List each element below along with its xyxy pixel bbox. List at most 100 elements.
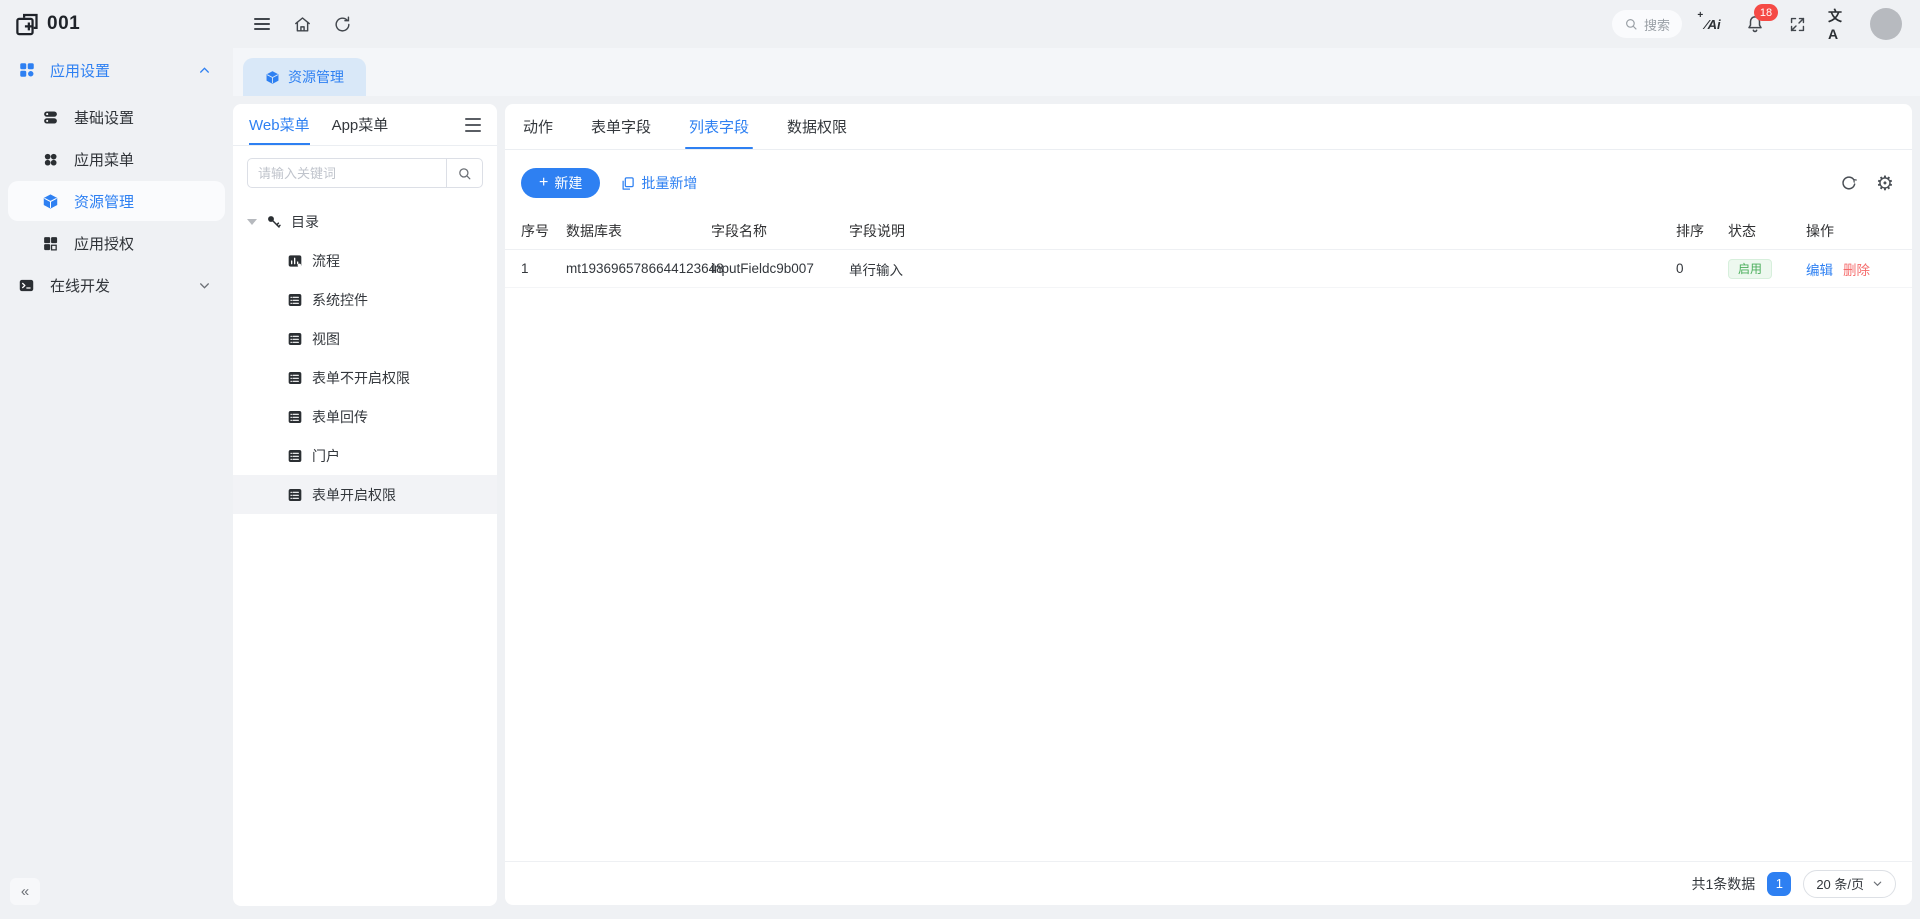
tab-data-permissions[interactable]: 数据权限	[787, 104, 847, 149]
tree-node-view[interactable]: 视图	[233, 319, 497, 358]
pagination-bar: 共1条数据 1 20 条/页	[505, 861, 1912, 905]
refresh-icon[interactable]	[1838, 172, 1860, 194]
sidebar-collapse-button[interactable]: «	[10, 878, 40, 905]
page-button-1[interactable]: 1	[1767, 872, 1791, 896]
tree-node-form-no-perm[interactable]: 表单不开启权限	[233, 358, 497, 397]
batch-add-button[interactable]: 批量新增	[620, 173, 697, 193]
edit-link[interactable]: 编辑	[1806, 259, 1833, 279]
copy-icon	[620, 176, 635, 191]
caret-down-icon[interactable]	[247, 219, 257, 225]
form-list-icon	[286, 369, 303, 386]
form-list-icon	[286, 447, 303, 464]
chevron-down-icon	[1872, 878, 1883, 889]
col-header-status: 状态	[1728, 221, 1806, 241]
sidebar-item-app-auth[interactable]: 应用授权	[8, 223, 225, 263]
total-count-text: 共1条数据	[1692, 874, 1756, 894]
flow-chart-icon	[286, 252, 303, 269]
active-tab-underline	[249, 143, 310, 145]
cell-db-table: mt1936965786644123648	[566, 261, 711, 276]
cell-field-name: inputFieldc9b007	[711, 261, 849, 276]
sidebar-item-basic-settings[interactable]: 基础设置	[8, 97, 225, 137]
sidebar-item-label: 应用菜单	[74, 149, 134, 170]
database-icon	[42, 109, 60, 126]
table-header-row: 序号 数据库表 字段名称 字段说明 排序 状态 操作	[505, 212, 1912, 250]
col-header-field-name: 字段名称	[711, 221, 849, 241]
sidebar-item-label: 资源管理	[74, 191, 134, 212]
ai-assistant-icon[interactable]: +∕Ai	[1702, 13, 1724, 35]
page-size-select[interactable]: 20 条/页	[1803, 870, 1896, 898]
main-panel: 动作 表单字段 列表字段 数据权限 + 新建 批量新增	[505, 104, 1912, 905]
workspace-tab-resource-mgmt[interactable]: 资源管理	[243, 58, 366, 96]
sidebar-group-app-settings[interactable]: 应用设置	[8, 50, 225, 90]
delete-link[interactable]: 删除	[1843, 259, 1870, 279]
chevron-up-icon	[198, 64, 211, 77]
topbar: 001 搜索 +∕Ai	[0, 0, 1920, 48]
tree-search-box	[247, 158, 483, 188]
tree-node-form-open-perm[interactable]: 表单开启权限	[233, 475, 497, 514]
cube-icon	[42, 193, 60, 210]
menu-collapse-icon[interactable]	[251, 13, 273, 35]
sidebar: 应用设置 基础设置 应用菜单 资源管理	[0, 48, 233, 919]
notifications-bell-icon[interactable]: 18	[1744, 13, 1766, 35]
tree-node-label: 流程	[312, 251, 340, 271]
search-icon	[457, 166, 472, 181]
tree-node-root[interactable]: 目录	[233, 202, 497, 241]
tab-form-fields[interactable]: 表单字段	[591, 104, 651, 149]
cell-field-desc: 单行输入	[849, 259, 1676, 279]
table-row[interactable]: 1 mt1936965786644123648 inputFieldc9b007…	[505, 250, 1912, 288]
tab-list-fields[interactable]: 列表字段	[689, 104, 749, 149]
sidebar-group-online-dev[interactable]: 在线开发	[8, 265, 225, 305]
user-avatar[interactable]	[1870, 8, 1902, 40]
reload-icon[interactable]	[331, 13, 353, 35]
home-icon[interactable]	[291, 13, 313, 35]
terminal-icon	[18, 277, 36, 294]
cell-index: 1	[521, 261, 566, 276]
key-icon	[265, 213, 282, 230]
tree-node-label: 表单开启权限	[312, 485, 396, 505]
app-logo[interactable]: 001	[0, 11, 233, 38]
fullscreen-icon[interactable]	[1786, 13, 1808, 35]
col-header-db-table: 数据库表	[566, 221, 711, 241]
menu-tree: 目录 流程 系统控件	[233, 198, 497, 906]
tree-node-system-controls[interactable]: 系统控件	[233, 280, 497, 319]
sidebar-item-label: 在线开发	[50, 275, 110, 296]
logo-icon	[14, 11, 41, 38]
form-list-icon	[286, 408, 303, 425]
language-translate-icon[interactable]: 文A	[1828, 13, 1850, 35]
tree-options-icon[interactable]	[465, 118, 481, 132]
sidebar-item-label: 应用授权	[74, 233, 134, 254]
detail-tabs: 动作 表单字段 列表字段 数据权限	[505, 104, 1912, 150]
chevron-down-icon	[198, 279, 211, 292]
col-header-field-desc: 字段说明	[849, 221, 1676, 241]
tree-node-label: 表单不开启权限	[312, 368, 410, 388]
col-header-actions: 操作	[1806, 221, 1896, 241]
tree-node-flow[interactable]: 流程	[233, 241, 497, 280]
tree-search-button[interactable]	[446, 159, 482, 187]
plus-icon: +	[539, 175, 548, 191]
tree-search-input[interactable]	[248, 166, 446, 181]
sidebar-item-resource-mgmt[interactable]: 资源管理	[8, 181, 225, 221]
sidebar-item-app-menu[interactable]: 应用菜单	[8, 139, 225, 179]
logo-text: 001	[47, 13, 80, 35]
tree-panel-tabs: Web菜单 App菜单	[233, 104, 497, 146]
global-search[interactable]: 搜索	[1612, 10, 1682, 38]
col-header-index: 序号	[521, 221, 566, 241]
topbar-left-icons	[233, 13, 353, 35]
cell-sort: 0	[1676, 261, 1728, 276]
workspace-tab-label: 资源管理	[288, 67, 344, 87]
tree-node-label: 目录	[291, 212, 319, 232]
tab-app-menu[interactable]: App菜单	[332, 104, 389, 145]
tree-node-form-return[interactable]: 表单回传	[233, 397, 497, 436]
form-list-icon	[286, 486, 303, 503]
four-dots-icon	[42, 151, 60, 168]
grid-squares-icon	[42, 235, 60, 252]
tab-actions[interactable]: 动作	[523, 104, 553, 149]
form-list-icon	[286, 330, 303, 347]
tree-node-label: 视图	[312, 329, 340, 349]
sidebar-item-label: 应用设置	[50, 60, 110, 81]
gear-icon[interactable]: ⚙	[1874, 172, 1896, 194]
tree-node-portal[interactable]: 门户	[233, 436, 497, 475]
tab-web-menu[interactable]: Web菜单	[249, 104, 310, 145]
new-button[interactable]: + 新建	[521, 168, 600, 198]
tree-node-label: 门户	[312, 446, 340, 466]
